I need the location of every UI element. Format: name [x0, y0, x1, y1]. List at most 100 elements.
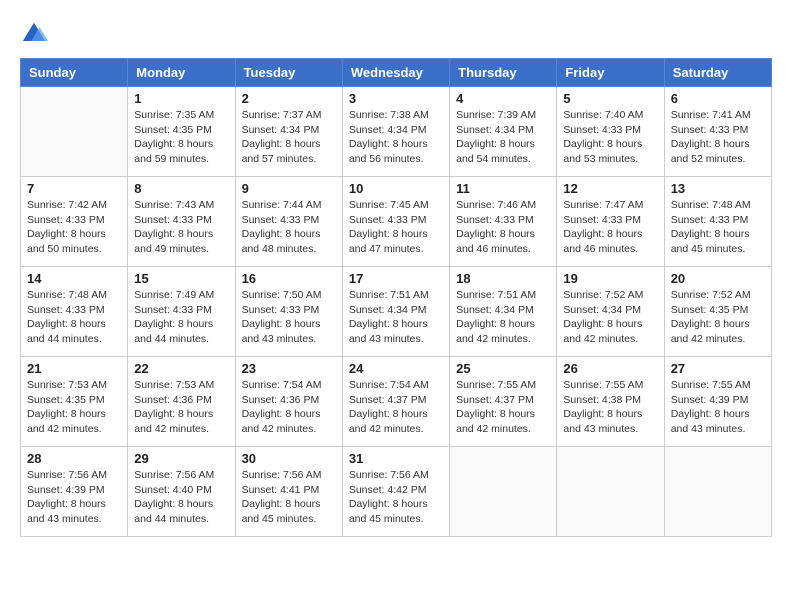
day-info: Sunrise: 7:39 AMSunset: 4:34 PMDaylight:…: [456, 108, 550, 167]
calendar-header-row: SundayMondayTuesdayWednesdayThursdayFrid…: [21, 59, 772, 87]
logo: [20, 20, 52, 48]
calendar-week-0: 1 Sunrise: 7:35 AMSunset: 4:35 PMDaylight…: [21, 87, 772, 177]
day-number: 9: [242, 181, 336, 196]
day-number: 3: [349, 91, 443, 106]
calendar-cell: 20 Sunrise: 7:52 AMSunset: 4:35 PMDayligh…: [664, 267, 771, 357]
calendar-cell: 26Sunrise: 7:55 AMSunset: 4:38 PMDayligh…: [557, 357, 664, 447]
calendar-week-3: 21Sunrise: 7:53 AMSunset: 4:35 PMDayligh…: [21, 357, 772, 447]
day-info: Sunrise: 7:40 AMSunset: 4:33 PMDaylight:…: [563, 108, 657, 167]
day-info: Sunrise: 7:52 AMSunset: 4:34 PMDaylight:…: [563, 288, 657, 347]
calendar-cell: 5 Sunrise: 7:40 AMSunset: 4:33 PMDaylight…: [557, 87, 664, 177]
calendar-cell: 15 Sunrise: 7:49 AMSunset: 4:33 PMDayligh…: [128, 267, 235, 357]
calendar-cell: 2Sunrise: 7:37 AMSunset: 4:34 PMDaylight…: [235, 87, 342, 177]
day-info: Sunrise: 7:51 AMSunset: 4:34 PMDaylight:…: [456, 288, 550, 347]
calendar-cell: 21Sunrise: 7:53 AMSunset: 4:35 PMDayligh…: [21, 357, 128, 447]
calendar-week-2: 14 Sunrise: 7:48 AMSunset: 4:33 PMDayligh…: [21, 267, 772, 357]
day-info: Sunrise: 7:50 AMSunset: 4:33 PMDaylight:…: [242, 288, 336, 347]
calendar-cell: 7 Sunrise: 7:42 AMSunset: 4:33 PMDaylight…: [21, 177, 128, 267]
day-info: Sunrise: 7:48 AMSunset: 4:33 PMDaylight:…: [27, 288, 121, 347]
calendar-cell: 9 Sunrise: 7:44 AMSunset: 4:33 PMDaylight…: [235, 177, 342, 267]
day-info: Sunrise: 7:56 AMSunset: 4:42 PMDaylight:…: [349, 468, 443, 527]
day-number: 28: [27, 451, 121, 466]
day-info: Sunrise: 7:43 AMSunset: 4:33 PMDaylight:…: [134, 198, 228, 257]
day-number: 7: [27, 181, 121, 196]
day-number: 22: [134, 361, 228, 376]
day-number: 6: [671, 91, 765, 106]
calendar-cell: 29 Sunrise: 7:56 AMSunset: 4:40 PMDayligh…: [128, 447, 235, 537]
day-info: Sunrise: 7:56 AMSunset: 4:39 PMDaylight:…: [27, 468, 121, 527]
day-number: 31: [349, 451, 443, 466]
day-number: 13: [671, 181, 765, 196]
day-number: 4: [456, 91, 550, 106]
logo-icon: [20, 20, 48, 48]
calendar-cell: 3 Sunrise: 7:38 AMSunset: 4:34 PMDaylight…: [342, 87, 449, 177]
calendar-cell: 23 Sunrise: 7:54 AMSunset: 4:36 PMDayligh…: [235, 357, 342, 447]
day-number: 30: [242, 451, 336, 466]
day-number: 19: [563, 271, 657, 286]
calendar-header-thursday: Thursday: [450, 59, 557, 87]
calendar-cell: 17 Sunrise: 7:51 AMSunset: 4:34 PMDayligh…: [342, 267, 449, 357]
day-number: 10: [349, 181, 443, 196]
day-number: 26: [563, 361, 657, 376]
day-number: 18: [456, 271, 550, 286]
day-number: 14: [27, 271, 121, 286]
calendar: SundayMondayTuesdayWednesdayThursdayFrid…: [20, 58, 772, 537]
day-number: 15: [134, 271, 228, 286]
day-info: Sunrise: 7:53 AMSunset: 4:36 PMDaylight:…: [134, 378, 228, 437]
day-number: 16: [242, 271, 336, 286]
calendar-header-tuesday: Tuesday: [235, 59, 342, 87]
day-info: Sunrise: 7:35 AMSunset: 4:35 PMDaylight:…: [134, 108, 228, 167]
day-info: Sunrise: 7:38 AMSunset: 4:34 PMDaylight:…: [349, 108, 443, 167]
day-number: 12: [563, 181, 657, 196]
day-info: Sunrise: 7:46 AMSunset: 4:33 PMDaylight:…: [456, 198, 550, 257]
day-info: Sunrise: 7:56 AMSunset: 4:40 PMDaylight:…: [134, 468, 228, 527]
day-info: Sunrise: 7:51 AMSunset: 4:34 PMDaylight:…: [349, 288, 443, 347]
day-info: Sunrise: 7:44 AMSunset: 4:33 PMDaylight:…: [242, 198, 336, 257]
calendar-cell: 6 Sunrise: 7:41 AMSunset: 4:33 PMDaylight…: [664, 87, 771, 177]
day-info: Sunrise: 7:54 AMSunset: 4:36 PMDaylight:…: [242, 378, 336, 437]
day-number: 20: [671, 271, 765, 286]
calendar-cell: 25Sunrise: 7:55 AMSunset: 4:37 PMDayligh…: [450, 357, 557, 447]
day-number: 23: [242, 361, 336, 376]
calendar-cell: 11 Sunrise: 7:46 AMSunset: 4:33 PMDayligh…: [450, 177, 557, 267]
calendar-header-saturday: Saturday: [664, 59, 771, 87]
calendar-cell: 16 Sunrise: 7:50 AMSunset: 4:33 PMDayligh…: [235, 267, 342, 357]
calendar-cell: 24 Sunrise: 7:54 AMSunset: 4:37 PMDayligh…: [342, 357, 449, 447]
calendar-header-monday: Monday: [128, 59, 235, 87]
calendar-cell: 27Sunrise: 7:55 AMSunset: 4:39 PMDayligh…: [664, 357, 771, 447]
calendar-header-wednesday: Wednesday: [342, 59, 449, 87]
day-info: Sunrise: 7:52 AMSunset: 4:35 PMDaylight:…: [671, 288, 765, 347]
calendar-cell: [664, 447, 771, 537]
day-number: 5: [563, 91, 657, 106]
calendar-week-1: 7 Sunrise: 7:42 AMSunset: 4:33 PMDaylight…: [21, 177, 772, 267]
calendar-cell: 10 Sunrise: 7:45 AMSunset: 4:33 PMDayligh…: [342, 177, 449, 267]
day-info: Sunrise: 7:49 AMSunset: 4:33 PMDaylight:…: [134, 288, 228, 347]
calendar-cell: 18 Sunrise: 7:51 AMSunset: 4:34 PMDayligh…: [450, 267, 557, 357]
day-info: Sunrise: 7:45 AMSunset: 4:33 PMDaylight:…: [349, 198, 443, 257]
calendar-cell: 19 Sunrise: 7:52 AMSunset: 4:34 PMDayligh…: [557, 267, 664, 357]
calendar-week-4: 28 Sunrise: 7:56 AMSunset: 4:39 PMDayligh…: [21, 447, 772, 537]
calendar-cell: 14 Sunrise: 7:48 AMSunset: 4:33 PMDayligh…: [21, 267, 128, 357]
calendar-cell: 8 Sunrise: 7:43 AMSunset: 4:33 PMDaylight…: [128, 177, 235, 267]
calendar-cell: 22 Sunrise: 7:53 AMSunset: 4:36 PMDayligh…: [128, 357, 235, 447]
calendar-header-sunday: Sunday: [21, 59, 128, 87]
day-info: Sunrise: 7:41 AMSunset: 4:33 PMDaylight:…: [671, 108, 765, 167]
calendar-cell: 1 Sunrise: 7:35 AMSunset: 4:35 PMDaylight…: [128, 87, 235, 177]
header: [20, 20, 772, 48]
day-info: Sunrise: 7:54 AMSunset: 4:37 PMDaylight:…: [349, 378, 443, 437]
day-info: Sunrise: 7:55 AMSunset: 4:39 PMDaylight:…: [671, 378, 765, 437]
day-number: 8: [134, 181, 228, 196]
day-info: Sunrise: 7:42 AMSunset: 4:33 PMDaylight:…: [27, 198, 121, 257]
day-number: 11: [456, 181, 550, 196]
calendar-cell: 28 Sunrise: 7:56 AMSunset: 4:39 PMDayligh…: [21, 447, 128, 537]
calendar-cell: 30Sunrise: 7:56 AMSunset: 4:41 PMDayligh…: [235, 447, 342, 537]
day-info: Sunrise: 7:37 AMSunset: 4:34 PMDaylight:…: [242, 108, 336, 167]
day-number: 29: [134, 451, 228, 466]
day-number: 21: [27, 361, 121, 376]
day-number: 1: [134, 91, 228, 106]
day-number: 25: [456, 361, 550, 376]
day-number: 17: [349, 271, 443, 286]
calendar-cell: 13Sunrise: 7:48 AMSunset: 4:33 PMDayligh…: [664, 177, 771, 267]
day-number: 24: [349, 361, 443, 376]
calendar-cell: [450, 447, 557, 537]
